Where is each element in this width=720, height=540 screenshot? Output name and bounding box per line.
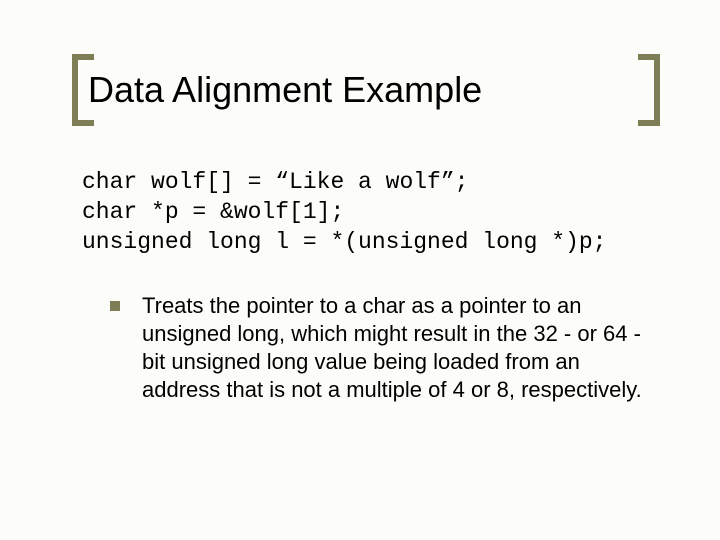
right-bracket-icon — [638, 54, 660, 126]
bullet-text: Treats the pointer to a char as a pointe… — [142, 292, 650, 405]
code-line-1: char wolf[] = “Like a wolf”; — [82, 169, 468, 195]
code-line-3: unsigned long l = *(unsigned long *)p; — [82, 229, 607, 255]
title-bar: Data Alignment Example — [72, 54, 660, 126]
body-text: Treats the pointer to a char as a pointe… — [110, 292, 650, 405]
code-line-2: char *p = &wolf[1]; — [82, 199, 344, 225]
slide-title: Data Alignment Example — [88, 69, 630, 111]
bullet-item: Treats the pointer to a char as a pointe… — [110, 292, 650, 405]
bullet-square-icon — [110, 301, 120, 311]
code-block: char wolf[] = “Like a wolf”; char *p = &… — [82, 168, 660, 258]
slide: Data Alignment Example char wolf[] = “Li… — [0, 0, 720, 540]
